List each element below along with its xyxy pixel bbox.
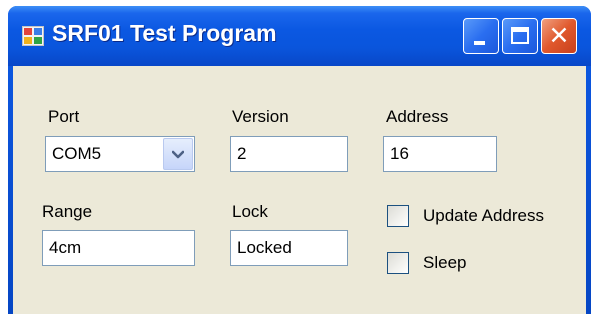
minimize-button[interactable] [463, 18, 499, 54]
address-field[interactable]: 16 [383, 136, 497, 172]
lock-label: Lock [232, 202, 268, 221]
minimize-icon [474, 41, 485, 45]
update-address-label[interactable]: Update Address [423, 206, 544, 226]
range-label: Range [42, 202, 93, 221]
close-icon: ✕ [548, 21, 570, 50]
update-address-checkbox[interactable] [387, 205, 409, 227]
app-icon[interactable] [22, 26, 44, 46]
lock-field[interactable]: Locked [230, 230, 348, 266]
port-select-value: COM5 [52, 144, 102, 163]
range-field[interactable]: 4cm [42, 230, 195, 266]
chevron-down-icon [172, 150, 184, 159]
title-bar[interactable]: SRF01 Test Program ✕ [8, 6, 591, 66]
port-select[interactable]: COM5 [45, 136, 195, 172]
version-label: Version [232, 107, 289, 126]
window-title: SRF01 Test Program [52, 20, 277, 46]
version-field[interactable]: 2 [230, 136, 348, 172]
maximize-button[interactable] [502, 18, 538, 54]
form-area: Port COM5 Version 2 Address 16 Range 4cm… [13, 66, 586, 314]
close-button[interactable]: ✕ [541, 18, 577, 54]
sleep-label[interactable]: Sleep [423, 253, 466, 273]
port-label: Port [48, 107, 80, 126]
app-window: SRF01 Test Program ✕ Port COM5 Version 2… [8, 6, 591, 314]
address-label: Address [386, 107, 449, 126]
sleep-checkbox[interactable] [387, 252, 409, 274]
port-dropdown-button[interactable] [163, 138, 193, 170]
maximize-icon [511, 27, 529, 44]
